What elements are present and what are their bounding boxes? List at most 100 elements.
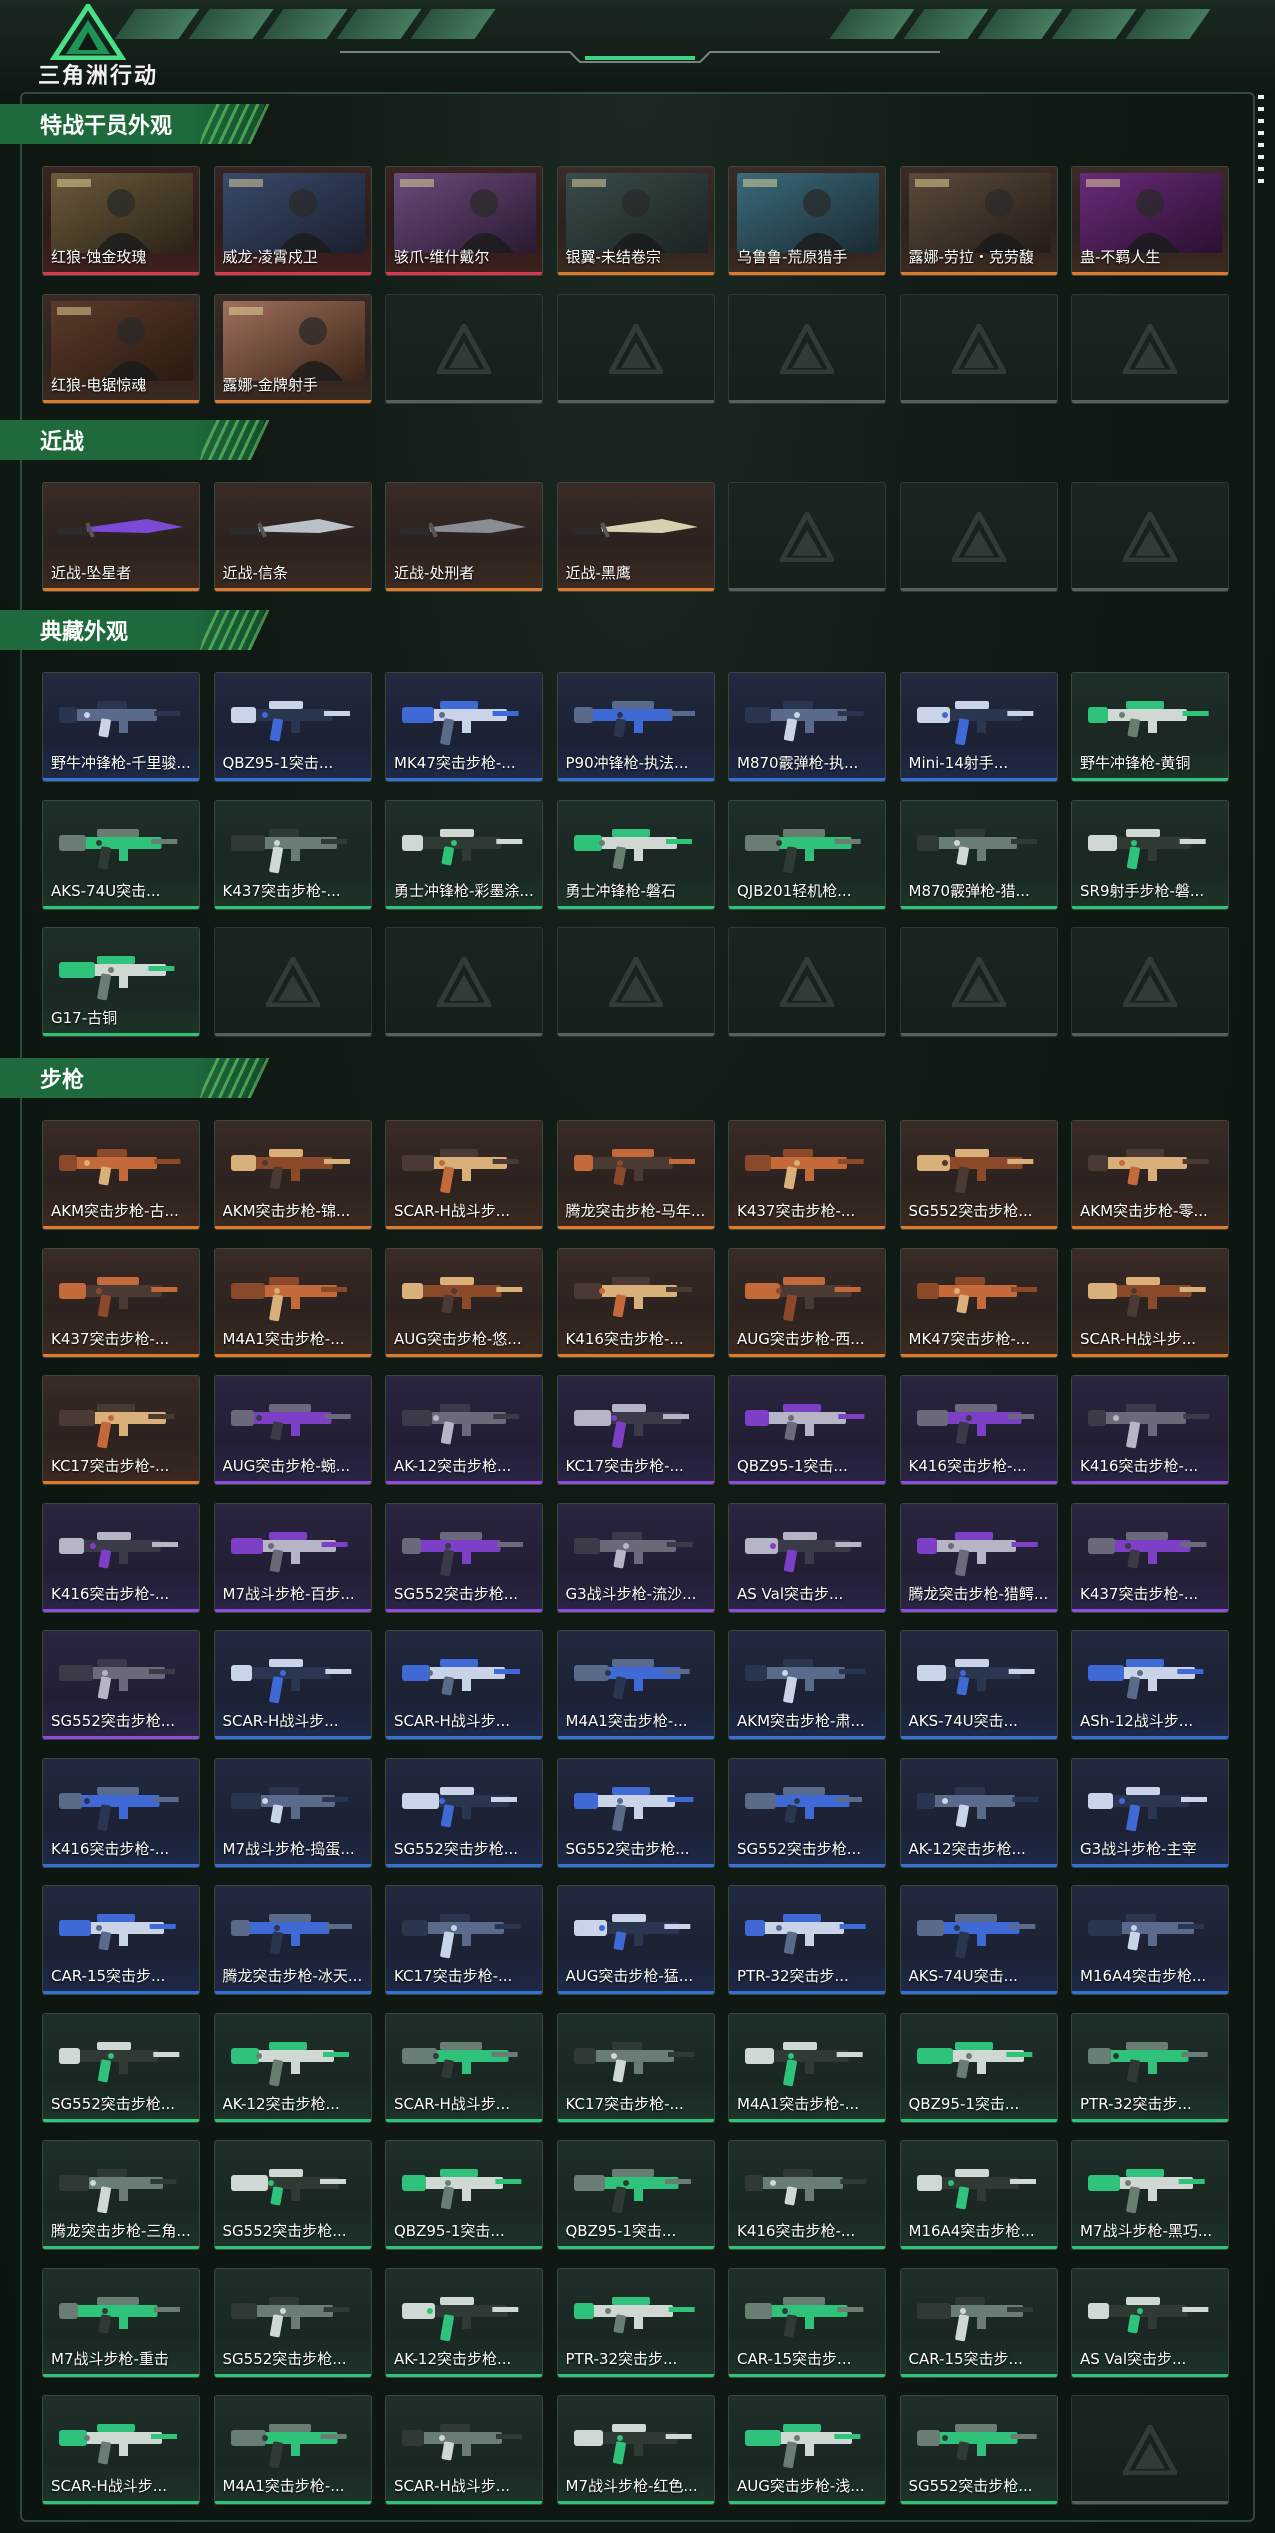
melee-skin-card[interactable]: 近战-信条 [213,482,372,592]
weapon-skin-card[interactable]: K416突击步枪-... [899,1375,1058,1485]
melee-skin-card[interactable]: 近战-处刑者 [385,482,543,592]
weapon-skin-card[interactable]: KC17突击步枪-... [385,1885,543,1995]
weapon-skin-card[interactable]: AS Val突击步... [1071,2267,1229,2378]
weapon-skin-card[interactable]: KC17突击步枪-... [42,1375,200,1485]
weapon-skin-card[interactable]: 腾龙突击步枪-马年... [556,1120,715,1230]
weapon-skin-card[interactable]: CAR-15突击步... [728,2267,886,2378]
weapon-skin-card[interactable]: AS Val突击步... [728,1502,886,1613]
weapon-skin-card[interactable]: AKM突击步枪-零... [1071,1120,1229,1230]
weapon-skin-card[interactable]: AK-12突击步枪... [213,2012,372,2123]
weapon-skin-card[interactable]: M4A1突击步枪-... [213,1247,372,1358]
weapon-skin-card[interactable]: G3战斗步枪-流沙... [556,1502,715,1613]
weapon-skin-card[interactable]: 野牛冲锋枪-黄铜 [1071,672,1229,782]
weapon-skin-card[interactable]: QBZ95-1突击... [556,2140,715,2250]
weapon-skin-card[interactable]: M7战斗步枪-红色... [556,2395,715,2505]
weapon-skin-card[interactable]: SG552突击步枪... [385,1502,543,1613]
weapon-skin-card[interactable]: K416突击步枪-... [42,1502,200,1613]
weapon-skin-card[interactable]: G17-古铜 [42,927,200,1037]
weapon-skin-card[interactable]: CAR-15突击步... [899,2267,1058,2378]
weapon-skin-card[interactable]: QBZ95-1突击... [728,1375,886,1485]
weapon-skin-card[interactable]: 腾龙突击步枪-冰天... [213,1885,372,1995]
weapon-skin-card[interactable]: KC17突击步枪-... [556,1375,715,1485]
weapon-skin-card[interactable]: K437突击步枪-... [728,1120,886,1230]
weapon-skin-card[interactable]: MK47突击步枪-... [899,1247,1058,1358]
weapon-skin-card[interactable]: SR9射手步枪-磐... [1071,799,1229,910]
weapon-skin-card[interactable]: M7战斗步枪-百步... [213,1502,372,1613]
weapon-skin-card[interactable]: Mini-14射手... [899,672,1058,782]
weapon-skin-card[interactable]: SCAR-H战斗步... [1071,1247,1229,1358]
weapon-skin-card[interactable]: M4A1突击步枪-... [213,2395,372,2505]
melee-skin-card[interactable]: 近战-坠星者 [42,482,200,592]
weapon-skin-card[interactable]: PTR-32突击步... [1071,2012,1229,2123]
weapon-skin-card[interactable]: SCAR-H战斗步... [42,2395,200,2505]
operator-skin-card[interactable]: 骇爪-维什戴尔 [385,166,543,276]
weapon-skin-card[interactable]: SCAR-H战斗步... [213,1630,372,1740]
weapon-skin-card[interactable]: PTR-32突击步... [728,1885,886,1995]
weapon-skin-card[interactable]: ASh-12战斗步... [1071,1630,1229,1740]
weapon-skin-card[interactable]: K437突击步枪-... [42,1247,200,1358]
weapon-skin-card[interactable]: KC17突击步枪-... [556,2012,715,2123]
weapon-skin-card[interactable]: M4A1突击步枪-... [556,1630,715,1740]
weapon-skin-card[interactable]: G3战斗步枪-主宰 [1071,1757,1229,1868]
weapon-skin-card[interactable]: AUG突击步枪-浅... [728,2395,886,2505]
weapon-skin-card[interactable]: SCAR-H战斗步... [385,2012,543,2123]
operator-skin-card[interactable]: 红狼-蚀金玫瑰 [42,166,200,276]
weapon-skin-card[interactable]: AUG突击步枪-猛... [556,1885,715,1995]
weapon-skin-card[interactable]: AKM突击步枪-肃... [728,1630,886,1740]
weapon-skin-card[interactable]: M7战斗步枪-重击 [42,2267,200,2378]
operator-skin-card[interactable]: 露娜-劳拉・克劳馥 [899,166,1058,276]
weapon-skin-card[interactable]: AUG突击步枪-西... [728,1247,886,1358]
weapon-skin-card[interactable]: K416突击步枪-... [556,1247,715,1358]
weapon-skin-card[interactable]: M870霰弹枪-执... [728,672,886,782]
operator-skin-card[interactable]: 乌鲁鲁-荒原猎手 [728,166,886,276]
weapon-skin-card[interactable]: K437突击步枪-... [213,799,372,910]
weapon-skin-card[interactable]: CAR-15突击步... [42,1885,200,1995]
weapon-skin-card[interactable]: AKS-74U突击... [899,1630,1058,1740]
weapon-skin-card[interactable]: AK-12突击步枪... [385,1375,543,1485]
weapon-skin-card[interactable]: AUG突击步枪-蜿... [213,1375,372,1485]
weapon-skin-card[interactable]: SG552突击步枪... [213,2140,372,2250]
weapon-skin-card[interactable]: AKS-74U突击... [899,1885,1058,1995]
operator-skin-card[interactable]: 威龙-凌霄戍卫 [213,166,372,276]
weapon-skin-card[interactable]: K416突击步枪-... [728,2140,886,2250]
weapon-skin-card[interactable]: M870霰弹枪-猎... [899,799,1058,910]
weapon-skin-card[interactable]: QJB201轻机枪... [728,799,886,910]
weapon-skin-card[interactable]: M16A4突击步枪... [899,2140,1058,2250]
weapon-skin-card[interactable]: SG552突击步枪... [385,1757,543,1868]
weapon-skin-card[interactable]: SCAR-H战斗步... [385,2395,543,2505]
weapon-skin-card[interactable]: PTR-32突击步... [556,2267,715,2378]
weapon-skin-card[interactable]: 腾龙突击步枪-三角... [42,2140,200,2250]
weapon-skin-card[interactable]: SG552突击步枪... [42,1630,200,1740]
weapon-skin-card[interactable]: 勇士冲锋枪-磐石 [556,799,715,910]
operator-skin-card[interactable]: 露娜-金牌射手 [213,293,372,404]
weapon-skin-card[interactable]: AK-12突击步枪... [385,2267,543,2378]
weapon-skin-card[interactable]: K416突击步枪-... [42,1757,200,1868]
operator-skin-card[interactable]: 银翼-未结卷宗 [556,166,715,276]
weapon-skin-card[interactable]: M16A4突击步枪... [1071,1885,1229,1995]
weapon-skin-card[interactable]: M7战斗步枪-黑巧... [1071,2140,1229,2250]
weapon-skin-card[interactable]: QBZ95-1突击... [899,2012,1058,2123]
weapon-skin-card[interactable]: SG552突击步枪... [728,1757,886,1868]
weapon-skin-card[interactable]: SG552突击步枪... [213,2267,372,2378]
operator-skin-card[interactable]: 蛊-不羁人生 [1071,166,1229,276]
weapon-skin-card[interactable]: M4A1突击步枪-... [728,2012,886,2123]
weapon-skin-card[interactable]: 勇士冲锋枪-彩墨涂... [385,799,543,910]
weapon-skin-card[interactable]: AK-12突击步枪... [899,1757,1058,1868]
weapon-skin-card[interactable]: SG552突击步枪... [556,1757,715,1868]
melee-skin-card[interactable]: 近战-黑鹰 [556,482,715,592]
weapon-skin-card[interactable]: P90冲锋枪-执法... [556,672,715,782]
weapon-skin-card[interactable]: 腾龙突击步枪-猎鳄... [899,1502,1058,1613]
weapon-skin-card[interactable]: AUG突击步枪-悠... [385,1247,543,1358]
weapon-skin-card[interactable]: SG552突击步枪... [42,2012,200,2123]
weapon-skin-card[interactable]: MK47突击步枪-... [385,672,543,782]
weapon-skin-card[interactable]: SG552突击步枪... [899,2395,1058,2505]
weapon-skin-card[interactable]: QBZ95-1突击... [385,2140,543,2250]
scroll-indicator[interactable] [1258,95,1264,185]
weapon-skin-card[interactable]: SG552突击步枪... [899,1120,1058,1230]
weapon-skin-card[interactable]: AKS-74U突击... [42,799,200,910]
weapon-skin-card[interactable]: K416突击步枪-... [1071,1375,1229,1485]
weapon-skin-card[interactable]: M7战斗步枪-捣蛋... [213,1757,372,1868]
operator-skin-card[interactable]: 红狼-电锯惊魂 [42,293,200,404]
weapon-skin-card[interactable]: K437突击步枪-... [1071,1502,1229,1613]
weapon-skin-card[interactable]: QBZ95-1突击... [213,672,372,782]
